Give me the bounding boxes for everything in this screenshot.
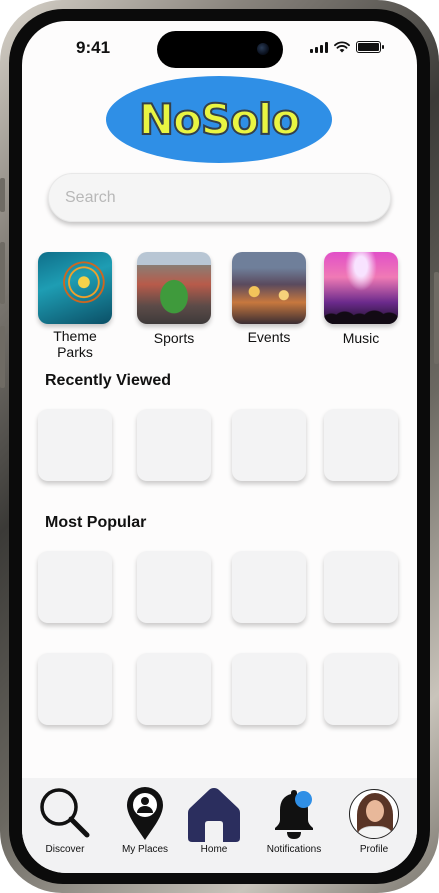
app-logo: NoSolo <box>106 76 332 163</box>
screen: 9:41 NoSolo Theme Parks <box>22 21 417 873</box>
recently-viewed-tile[interactable] <box>137 409 211 481</box>
stadium-photo <box>137 252 211 324</box>
status-icons <box>310 41 384 53</box>
tab-profile[interactable]: Profile <box>334 778 414 873</box>
tab-home[interactable]: Home <box>174 778 254 873</box>
most-popular-tile[interactable] <box>38 653 112 725</box>
category-music[interactable]: Music <box>324 252 398 346</box>
search-input[interactable] <box>65 188 365 207</box>
map-pin-person-icon <box>127 787 163 840</box>
home-icon <box>188 788 240 842</box>
volume-down-button <box>0 326 5 388</box>
search-bar[interactable] <box>48 173 391 222</box>
recently-viewed-tile[interactable] <box>324 409 398 481</box>
category-label: Sports <box>153 330 195 346</box>
tab-discover[interactable]: Discover <box>25 778 105 873</box>
category-label: Events <box>247 329 291 345</box>
tab-label: Home <box>200 844 228 855</box>
tab-my-places[interactable]: My Places <box>105 778 185 873</box>
category-theme-parks[interactable]: Theme Parks <box>38 252 112 360</box>
magnifier-icon <box>40 788 90 838</box>
tab-label: Notifications <box>266 844 322 855</box>
power-button <box>434 272 439 364</box>
category-label: Theme Parks <box>53 328 97 360</box>
section-title-recently-viewed: Recently Viewed <box>45 372 171 389</box>
category-sports[interactable]: Sports <box>137 252 211 346</box>
front-camera-icon <box>257 43 269 55</box>
recently-viewed-tile[interactable] <box>232 409 306 481</box>
tab-label: Profile <box>359 844 389 855</box>
cellular-signal-icon <box>310 41 328 53</box>
tab-label: My Places <box>121 844 169 855</box>
recently-viewed-tile[interactable] <box>38 409 112 481</box>
status-time: 9:41 <box>76 38 111 57</box>
most-popular-tile[interactable] <box>324 653 398 725</box>
battery-icon <box>356 41 384 53</box>
notification-badge <box>295 791 312 808</box>
volume-up-button <box>0 242 5 304</box>
action-button <box>0 178 5 212</box>
section-title-most-popular: Most Popular <box>45 514 147 531</box>
phone-frame: 9:41 NoSolo Theme Parks <box>0 0 439 893</box>
avatar <box>349 789 399 839</box>
tab-bar: Discover My Places Home Notifications Pr… <box>22 778 417 873</box>
most-popular-tile[interactable] <box>38 551 112 623</box>
category-events[interactable]: Events <box>232 252 306 345</box>
theme-park-ride-photo <box>38 252 112 324</box>
category-label: Music <box>342 330 380 346</box>
wifi-icon <box>334 41 350 53</box>
most-popular-tile[interactable] <box>232 551 306 623</box>
tab-notifications[interactable]: Notifications <box>254 778 334 873</box>
concert-crowd-photo <box>324 252 398 324</box>
street-festival-photo <box>232 252 306 324</box>
most-popular-tile[interactable] <box>232 653 306 725</box>
most-popular-tile[interactable] <box>137 653 211 725</box>
most-popular-tile[interactable] <box>137 551 211 623</box>
dynamic-island <box>157 31 283 68</box>
tab-label: Discover <box>45 844 85 855</box>
most-popular-tile[interactable] <box>324 551 398 623</box>
app-logo-text: NoSolo <box>138 94 301 145</box>
